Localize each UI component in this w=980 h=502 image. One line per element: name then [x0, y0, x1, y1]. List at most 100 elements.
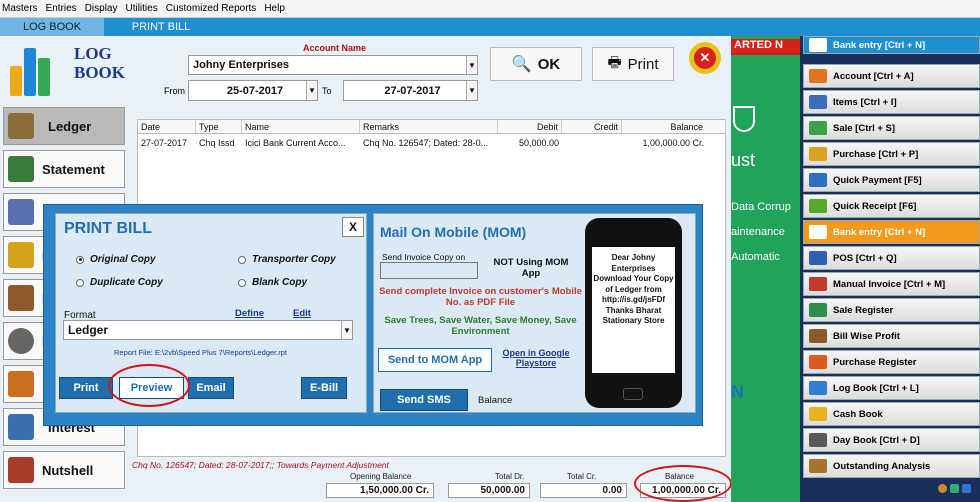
dialog-title: PRINT BILL [64, 220, 152, 237]
analysis-icon [809, 459, 827, 473]
menu-display[interactable]: Display [85, 3, 118, 14]
profit-icon [809, 329, 827, 343]
account-name-field[interactable]: Johny Enterprises ▼ [188, 55, 478, 75]
panel-item-day-book[interactable]: Day Book [Ctrl + D] [803, 428, 980, 452]
radio-original-copy[interactable]: Original Copy [76, 254, 156, 265]
column-header-type[interactable]: Type [196, 120, 242, 134]
search-icon: 🔍 [511, 56, 532, 73]
panel-item-account[interactable]: Account [Ctrl + A] [803, 64, 980, 88]
chevron-down-icon[interactable]: ▼ [341, 321, 352, 339]
interest-icon [8, 414, 34, 440]
panel-item-sale-register[interactable]: Sale Register [803, 298, 980, 322]
panel-item-bill-wise-profit[interactable]: Bill Wise Profit [803, 324, 980, 348]
log-book-icon [809, 381, 827, 395]
format-select[interactable]: Ledger ▼ [63, 320, 353, 340]
statement-icon [8, 156, 34, 182]
menu-help[interactable]: Help [264, 3, 285, 14]
opening-balance-label: Opening Balance [350, 472, 412, 481]
open-google-playstore-link[interactable]: Open in Google Playstore [498, 348, 574, 368]
background-banner: ARTED N [731, 39, 800, 55]
to-label: To [322, 86, 332, 96]
close-icon: ✕ [694, 47, 716, 69]
menu-entries[interactable]: Entries [46, 3, 77, 14]
column-header-credit[interactable]: Credit [562, 120, 622, 134]
tab-print-bill[interactable]: PRINT BILL [104, 18, 218, 36]
tray-icon[interactable] [938, 484, 947, 493]
from-label: From [164, 86, 185, 96]
chevron-down-icon[interactable]: ▼ [466, 81, 477, 100]
account-icon [809, 69, 827, 83]
ok-button[interactable]: 🔍 OK [490, 47, 582, 81]
highlight-circle [108, 364, 190, 407]
send-sms-button[interactable]: Send SMS [380, 389, 468, 411]
panel-header[interactable]: Bank entry [Ctrl + N] [803, 36, 980, 54]
chevron-down-icon[interactable]: ▼ [466, 56, 477, 74]
shield-icon [733, 106, 755, 132]
print-bill-print-button[interactable]: Print [59, 377, 113, 399]
ledger-icon [8, 113, 34, 139]
mom-red-text: Send complete Invoice on customer's Mobi… [379, 286, 582, 308]
highlight-circle [634, 465, 732, 502]
day-book-icon [809, 433, 827, 447]
panel-item-manual-invoice[interactable]: Manual Invoice [Ctrl + M] [803, 272, 980, 296]
close-button[interactable]: ✕ [689, 42, 721, 74]
mobile-number-input[interactable] [380, 262, 478, 279]
menu-masters[interactable]: Masters [2, 3, 38, 14]
nav-statement[interactable]: Statement [3, 150, 125, 188]
to-date-field[interactable]: 27-07-2017 ▼ [343, 80, 478, 101]
panel-item-quick-receipt[interactable]: Quick Receipt [F6] [803, 194, 980, 218]
define-link[interactable]: Define [235, 308, 264, 319]
panel-item-items[interactable]: Items [Ctrl + I] [803, 90, 980, 114]
column-header-debit[interactable]: Debit [498, 120, 562, 134]
total-cr-value: 0.00 [540, 483, 627, 498]
tray-icons [938, 484, 978, 498]
bank-icon [809, 225, 827, 239]
background-text: N [731, 382, 744, 402]
email-button[interactable]: Email [188, 377, 234, 399]
chevron-down-icon[interactable]: ▼ [306, 81, 317, 100]
print-bill-panel: PRINT BILL X Original Copy Transporter C… [55, 213, 367, 413]
from-date-field[interactable]: 25-07-2017 ▼ [188, 80, 318, 101]
background-text: Data Corrup [731, 201, 791, 213]
column-header-balance[interactable]: Balance [622, 120, 726, 134]
radio-blank-copy[interactable]: Blank Copy [238, 277, 307, 288]
background-text: aintenance [731, 226, 785, 238]
panel-item-pos[interactable]: POS [Ctrl + Q] [803, 246, 980, 270]
payment-icon [809, 173, 827, 187]
radio-transporter-copy[interactable]: Transporter Copy [238, 254, 336, 265]
edit-link[interactable]: Edit [293, 308, 311, 319]
tray-icon[interactable] [950, 484, 959, 493]
dialog-close-button[interactable]: X [342, 217, 364, 237]
register-icon [809, 303, 827, 317]
send-to-mom-button[interactable]: Send to MOM App [378, 348, 492, 372]
ebill-button[interactable]: E-Bill [301, 377, 347, 399]
panel-item-purchase-register[interactable]: Purchase Register [803, 350, 980, 374]
nav-ledger[interactable]: Ledger [3, 107, 125, 145]
panel-item-bank-entry[interactable]: Bank entry [Ctrl + N] [803, 220, 980, 244]
menu-utilities[interactable]: Utilities [125, 3, 157, 14]
column-header-date[interactable]: Date [138, 120, 196, 134]
panel-item-sale[interactable]: Sale [Ctrl + S] [803, 116, 980, 140]
phone-home-button [623, 388, 643, 400]
print-button[interactable]: 🖶 Print [592, 47, 674, 81]
app-logo-icon [8, 40, 66, 100]
panel-item-outstanding-analysis[interactable]: Outstanding Analysis [803, 454, 980, 478]
menu-customized-reports[interactable]: Customized Reports [166, 3, 257, 14]
panel-item-log-book[interactable]: Log Book [Ctrl + L] [803, 376, 980, 400]
panel-item-purchase[interactable]: Purchase [Ctrl + P] [803, 142, 980, 166]
nutshell-icon [8, 457, 34, 483]
nav-nutshell[interactable]: Nutshell [3, 451, 125, 489]
printer-icon: 🖶 [607, 53, 622, 71]
cell-date: 27-07-2017 [141, 138, 188, 148]
send-invoice-label: Send Invoice Copy on [382, 252, 466, 262]
tab-log-book[interactable]: LOG BOOK [0, 18, 104, 36]
cell-debit: 50,000.00 [518, 138, 559, 148]
clipboard-icon [8, 199, 34, 225]
panel-item-cash-book[interactable]: Cash Book [803, 402, 980, 426]
column-header-name[interactable]: Name [242, 120, 360, 134]
column-header-remarks[interactable]: Remarks [360, 120, 498, 134]
tray-icon[interactable] [962, 484, 971, 493]
panel-item-quick-payment[interactable]: Quick Payment [F5] [803, 168, 980, 192]
cell-name: Icici Bank Current Acco... [245, 138, 346, 148]
radio-duplicate-copy[interactable]: Duplicate Copy [76, 277, 163, 288]
